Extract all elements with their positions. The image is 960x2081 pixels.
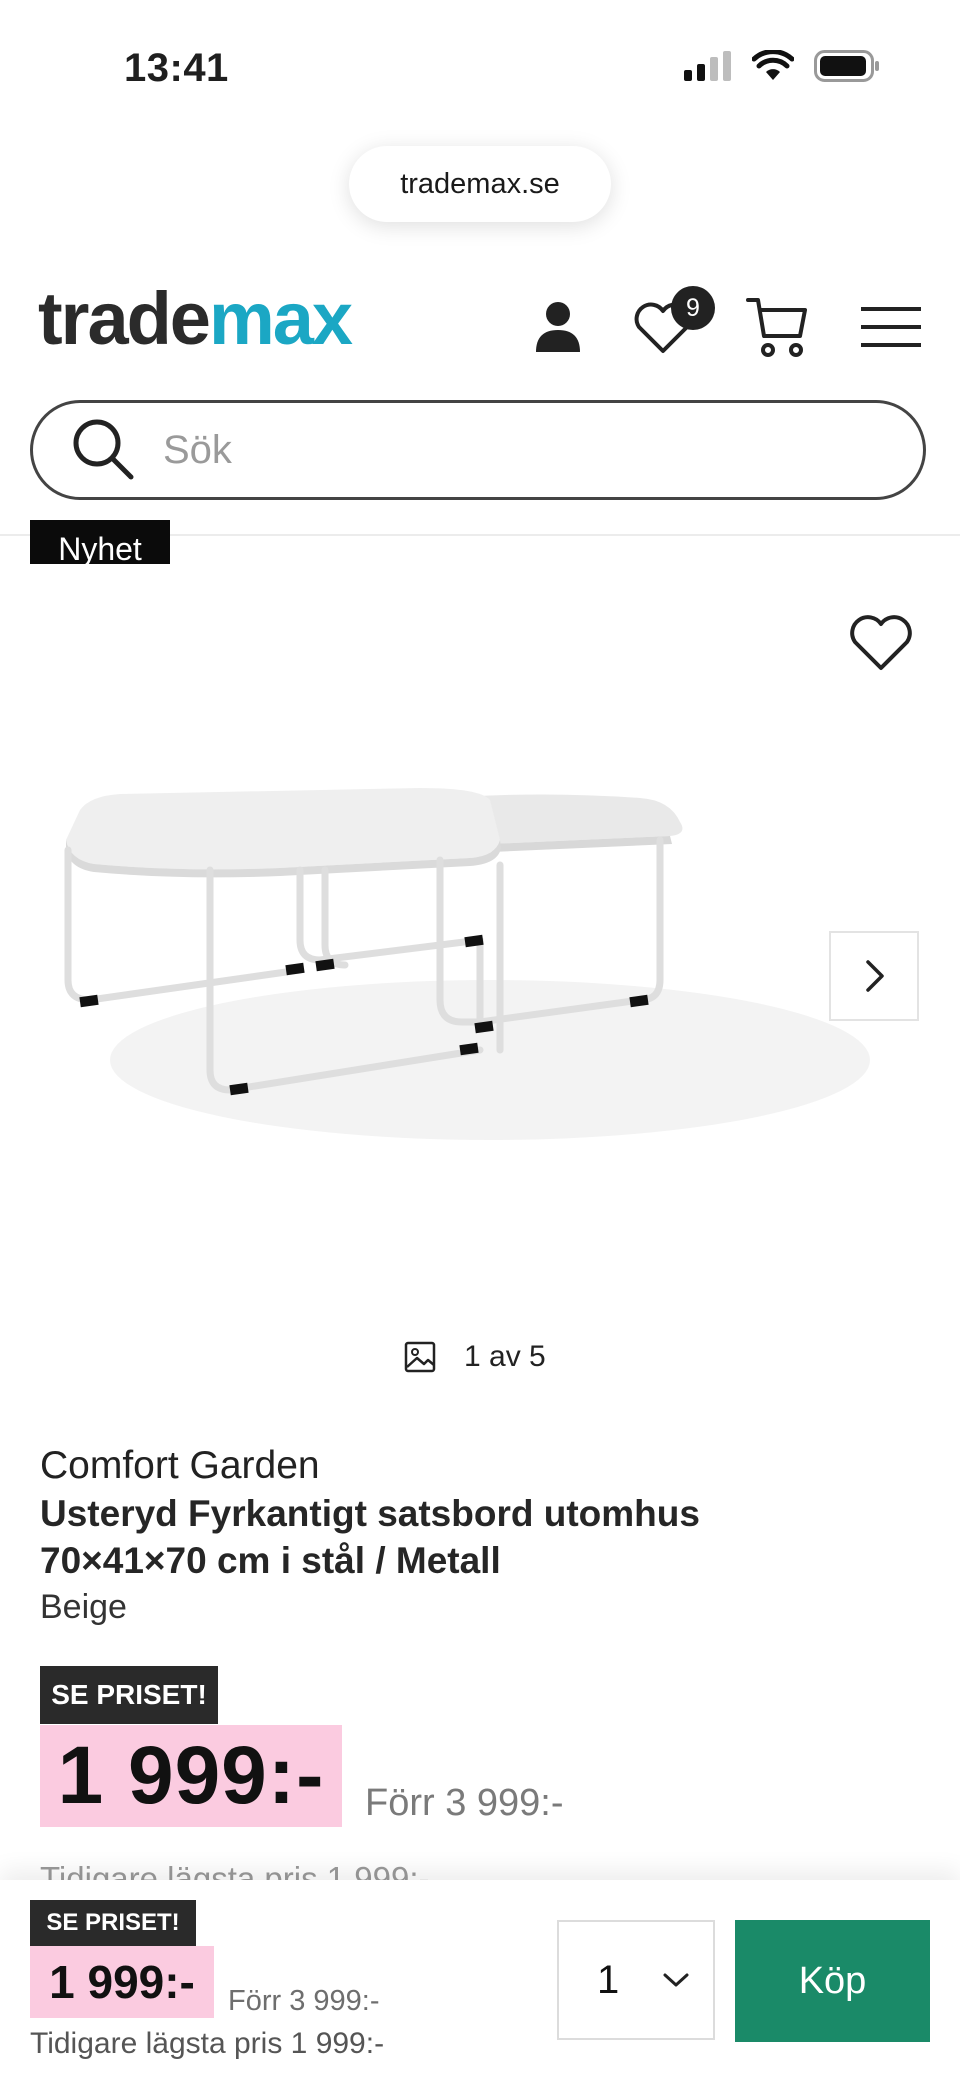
logo-text-max: max: [208, 277, 353, 360]
quantity-select[interactable]: 1: [557, 1920, 715, 2040]
status-icons: [684, 50, 880, 82]
search-icon: [73, 419, 134, 480]
cart-button[interactable]: [742, 292, 812, 362]
menu-icon: [861, 307, 921, 347]
user-icon: [536, 302, 580, 352]
search-input[interactable]: Sök: [163, 428, 232, 473]
battery-icon: [814, 50, 879, 82]
status-time: 13:41: [124, 46, 229, 90]
new-badge-text: Nyhet: [58, 531, 142, 564]
chevron-down-icon: [663, 1973, 689, 1987]
trademax-logo[interactable]: trademax: [38, 282, 353, 356]
search-bar[interactable]: Sök: [30, 400, 926, 500]
previous-price: Förr 3 999:-: [365, 1782, 564, 1824]
url-bar[interactable]: trademax.se: [349, 146, 611, 222]
account-button[interactable]: [523, 292, 593, 362]
logo-text-trade: trade: [38, 277, 211, 360]
price-campaign-tag: SE PRISET!: [40, 1666, 218, 1724]
new-badge: Nyhet: [30, 520, 170, 564]
product-price: 1 999:-: [40, 1725, 342, 1827]
url-text: trademax.se: [400, 167, 560, 200]
product-brand[interactable]: Comfort Garden: [40, 1444, 320, 1488]
sticky-price-tag: SE PRISET!: [30, 1900, 196, 1946]
sticky-price: 1 999:-: [30, 1946, 214, 2018]
next-image-button[interactable]: [829, 931, 919, 1021]
image-icon: [404, 1341, 436, 1373]
image-counter: 1 av 5: [404, 1340, 546, 1374]
cart-icon: [746, 298, 807, 357]
sticky-lowest-price: Tidigare lägsta pris 1 999:-: [30, 2027, 385, 2060]
sticky-previous-price: Förr 3 999:-: [228, 1985, 380, 2017]
wishlist-count-badge: 9: [671, 286, 715, 330]
product-image[interactable]: [60, 760, 900, 1200]
product-color: Beige: [40, 1588, 127, 1626]
buy-button[interactable]: Köp: [735, 1920, 930, 2042]
menu-button[interactable]: [856, 292, 926, 362]
image-counter-text: 1 av 5: [464, 1340, 546, 1373]
wifi-icon: [752, 50, 794, 80]
signal-icon: [684, 51, 731, 81]
product-title: Usteryd Fyrkantigt satsbord utomhus 70×4…: [40, 1493, 700, 1581]
heart-outline-icon: [850, 615, 912, 670]
add-to-wishlist-button[interactable]: [846, 612, 916, 672]
chevron-right-icon: [866, 960, 884, 992]
quantity-value: 1: [597, 1957, 620, 2002]
